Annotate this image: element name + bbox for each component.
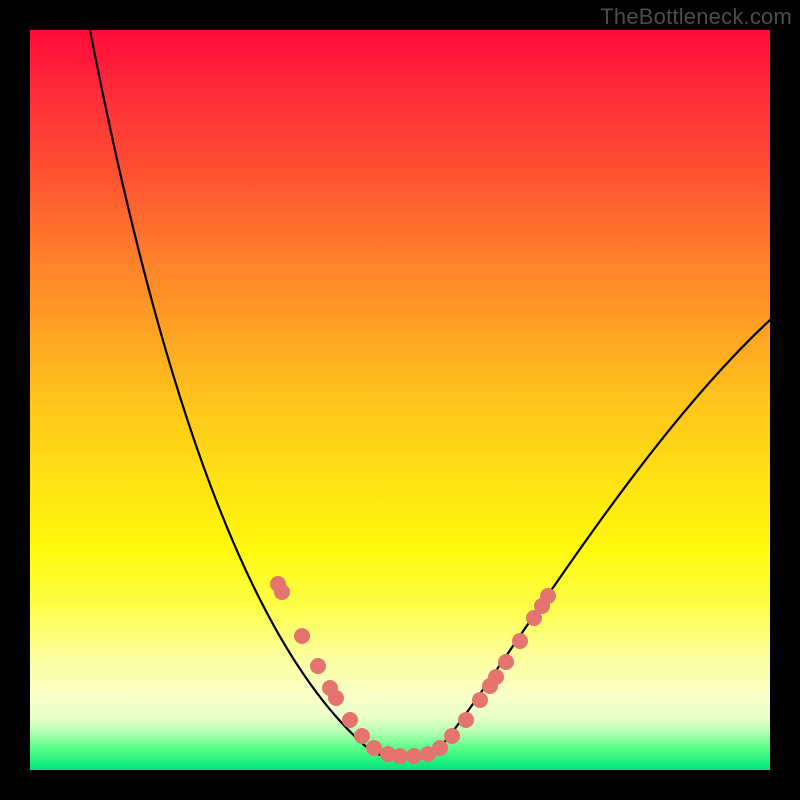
marker-dot xyxy=(540,588,556,604)
chart-frame: TheBottleneck.com xyxy=(0,0,800,800)
marker-dot xyxy=(354,728,370,744)
marker-dot xyxy=(392,748,408,764)
marker-dot xyxy=(432,740,448,756)
marker-dot xyxy=(472,692,488,708)
marker-dot xyxy=(444,728,460,744)
marker-dot xyxy=(406,748,422,764)
marker-dot xyxy=(366,740,382,756)
curve-left-branch xyxy=(90,30,438,758)
marker-dot xyxy=(342,712,358,728)
marker-dot xyxy=(488,669,504,685)
plot-area xyxy=(30,30,770,770)
marker-dots-group xyxy=(270,576,556,764)
marker-dot xyxy=(458,712,474,728)
marker-dot xyxy=(310,658,326,674)
marker-dot xyxy=(498,654,514,670)
marker-dot xyxy=(512,633,528,649)
curve-layer xyxy=(30,30,770,770)
marker-dot xyxy=(328,690,344,706)
watermark-text: TheBottleneck.com xyxy=(600,4,792,30)
marker-dot xyxy=(274,584,290,600)
marker-dot xyxy=(294,628,310,644)
